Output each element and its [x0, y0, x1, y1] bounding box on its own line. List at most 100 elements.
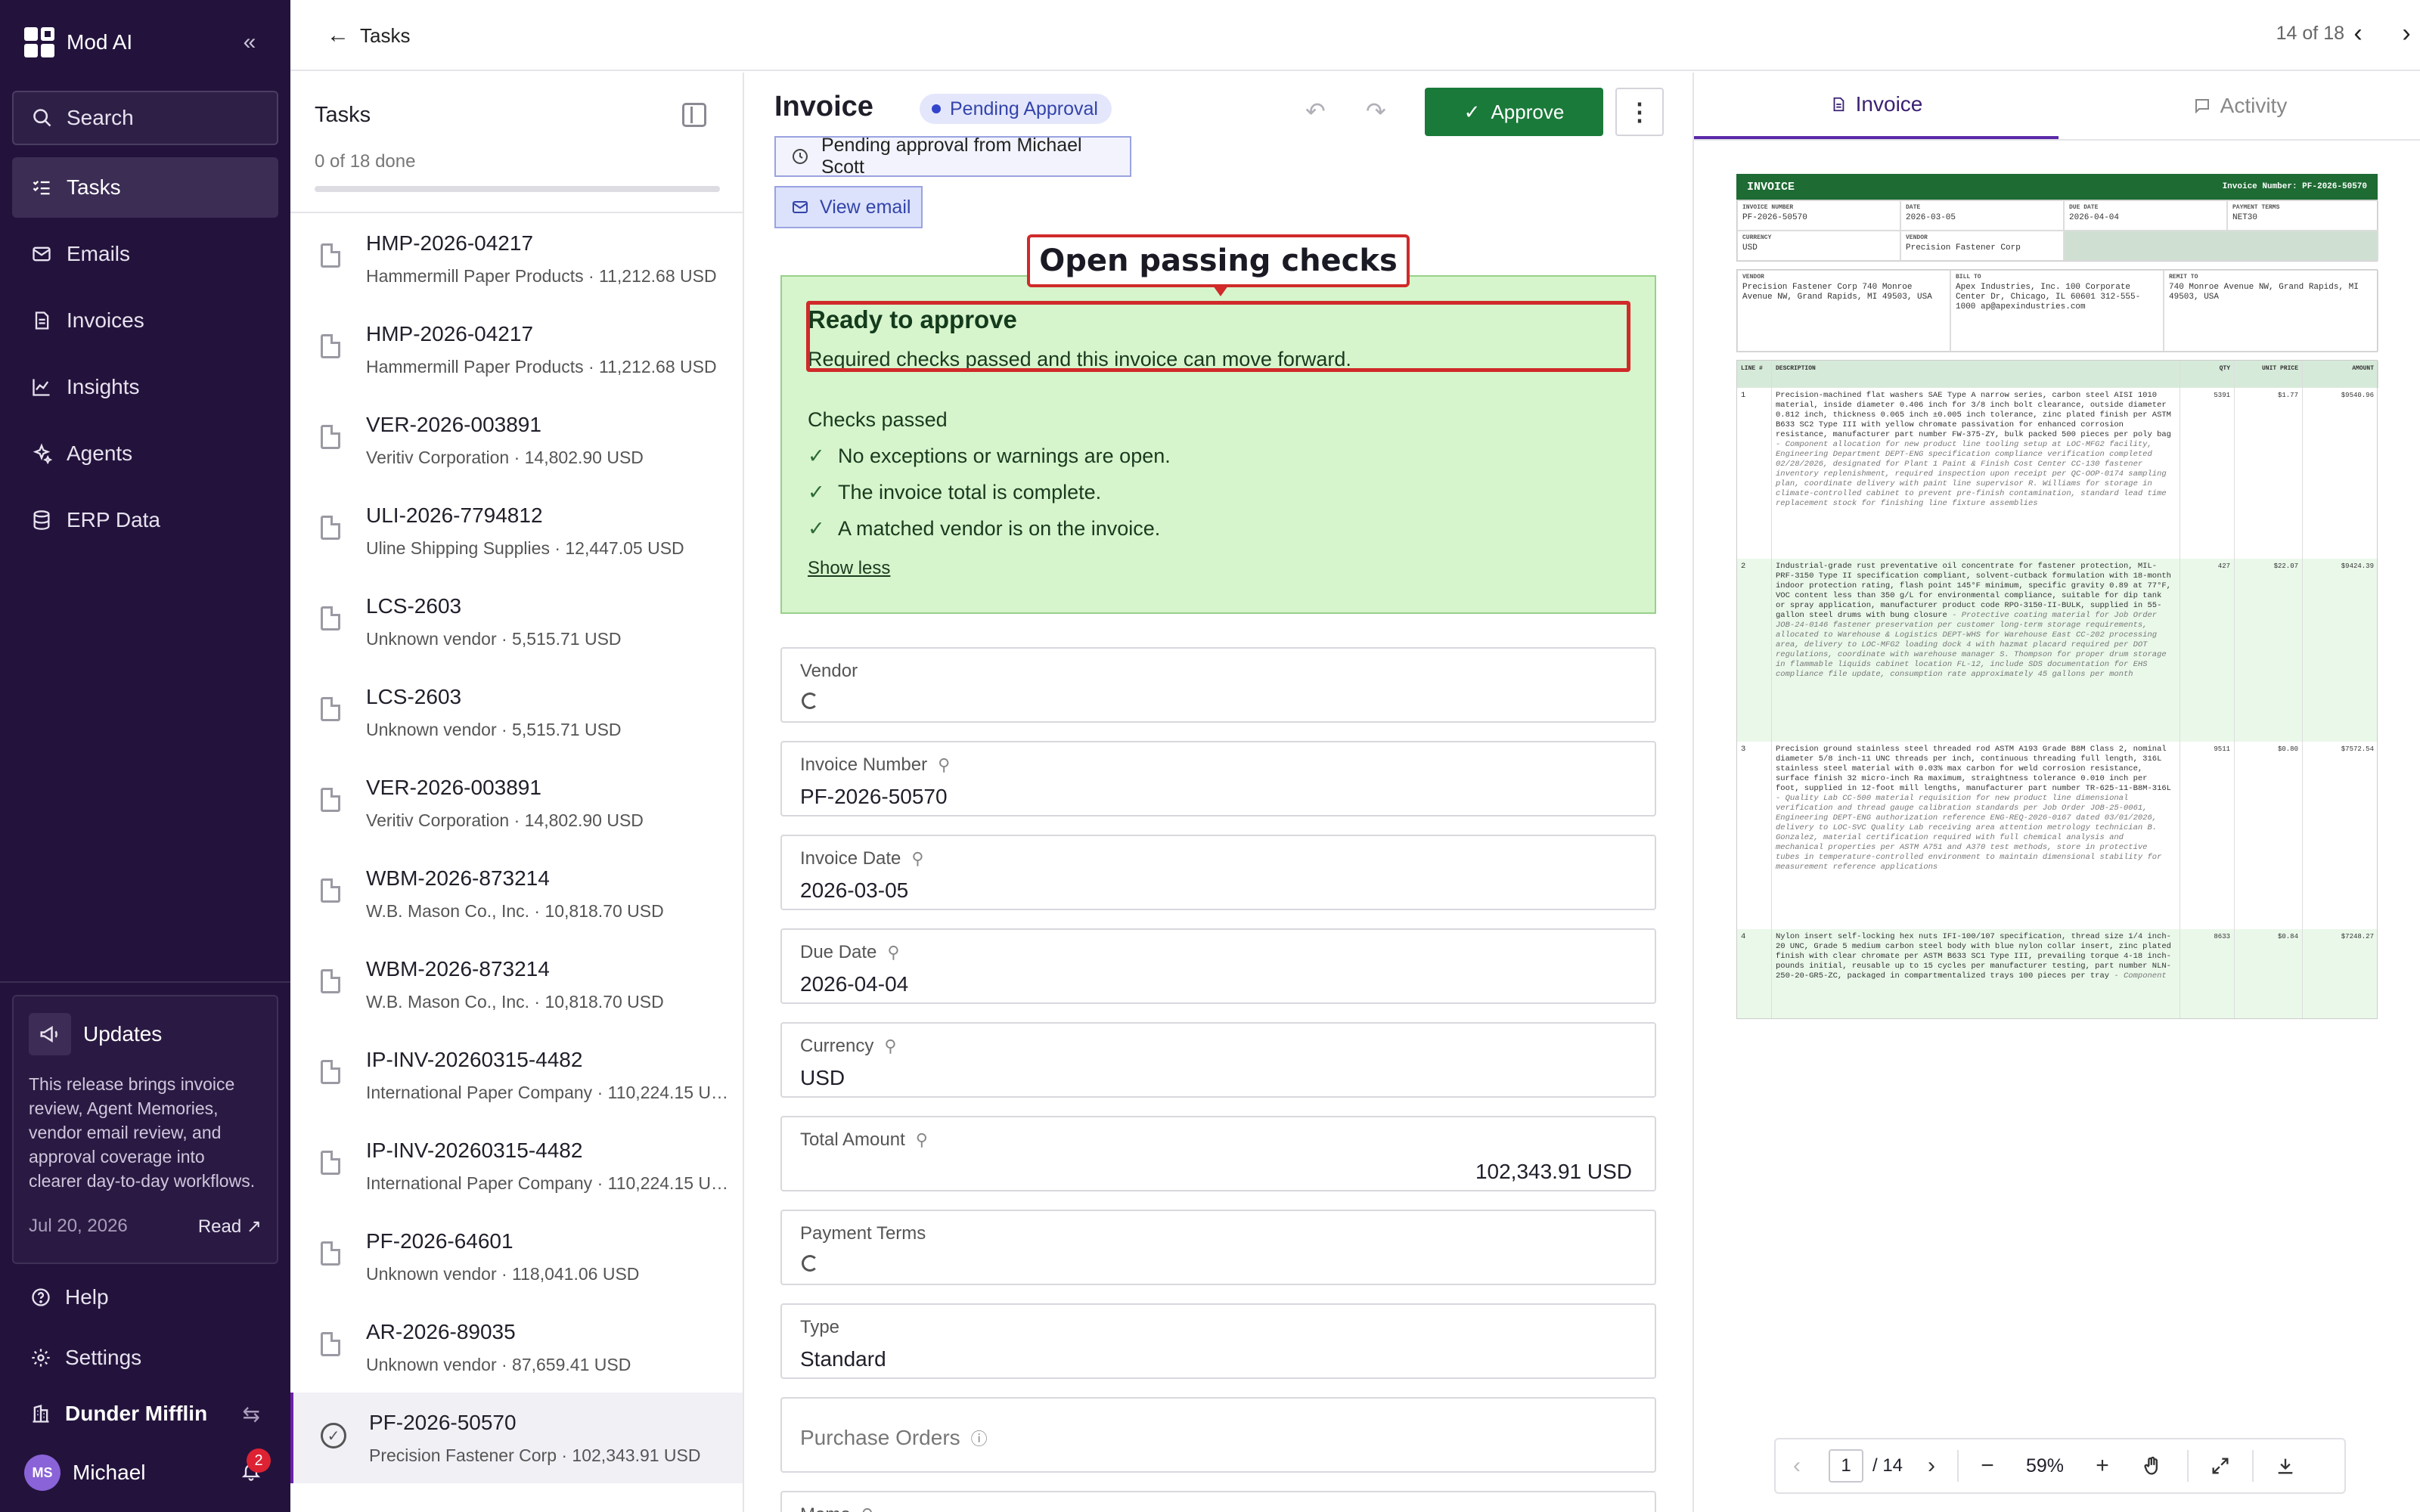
zoom-in-button[interactable]: +: [2074, 1438, 2131, 1494]
read-updates-link[interactable]: Read ↗: [198, 1216, 262, 1238]
pan-tool-button[interactable]: [2131, 1438, 2173, 1494]
field-total-amount[interactable]: Total Amount ⚲ 102,343.91 USD: [780, 1116, 1656, 1191]
search-icon[interactable]: ⚲: [916, 1130, 928, 1150]
download-button[interactable]: [2254, 1438, 2317, 1494]
field-invoice-number[interactable]: Invoice Number ⚲ PF-2026-50570: [780, 741, 1656, 816]
task-list-item[interactable]: VER-2026-003891 Veritiv Corporation · 14,…: [290, 395, 743, 485]
tab-invoice[interactable]: Invoice: [1694, 73, 2059, 139]
task-title: IP-INV-20260315-4482: [366, 1139, 583, 1162]
task-title: PF-2026-50570: [369, 1411, 517, 1434]
doc-cell: 4: [1737, 929, 1772, 1018]
field-payment-terms[interactable]: Payment Terms: [780, 1210, 1656, 1285]
field-label: Memo ⚲: [800, 1504, 873, 1512]
tab-activity[interactable]: Activity: [2059, 73, 2420, 139]
search-label: Search: [67, 106, 134, 129]
search-icon[interactable]: ⚲: [887, 943, 899, 962]
field-invoice-date[interactable]: Invoice Date ⚲ 2026-03-05: [780, 835, 1656, 910]
field-due-date[interactable]: Due Date ⚲ 2026-04-04: [780, 928, 1656, 1004]
mail-icon: [30, 243, 53, 265]
next-task-button[interactable]: ›: [2393, 19, 2420, 48]
task-list-item[interactable]: HMP-2026-04217 Hammermill Paper Products …: [290, 304, 743, 395]
task-list-item[interactable]: WBM-2026-873214 W.B. Mason Co., Inc. · 10…: [290, 848, 743, 939]
back-to-tasks-link[interactable]: ← Tasks: [327, 23, 410, 48]
approve-button[interactable]: ✓ Approve: [1425, 88, 1603, 136]
doc-cell: $0.80: [2235, 742, 2303, 929]
task-subtitle: Unknown vendor · 118,041.06 USD: [366, 1264, 640, 1284]
search-icon[interactable]: ⚲: [884, 1036, 896, 1056]
nav-item-insights[interactable]: Insights: [12, 357, 278, 417]
field-vendor[interactable]: Vendor: [780, 647, 1656, 723]
next-page-button[interactable]: ›: [1918, 1438, 1945, 1494]
search-icon[interactable]: ⚲: [861, 1505, 873, 1512]
task-list-item[interactable]: ULI-2026-7794812 Uline Shipping Supplies …: [290, 485, 743, 576]
page-number-input[interactable]: 1: [1829, 1449, 1863, 1483]
doc-number: Invoice Number: PF-2026-50570: [2222, 182, 2367, 191]
mail-icon: [793, 201, 808, 213]
task-list-item[interactable]: LCS-2603 Unknown vendor · 5,515.71 USD: [290, 667, 743, 758]
check-item-text: No exceptions or warnings are open.: [838, 445, 1171, 467]
show-less-link[interactable]: Show less: [808, 558, 890, 579]
swap-org-icon[interactable]: ⇆: [243, 1402, 260, 1427]
comment-icon: [2195, 99, 2209, 114]
search-button[interactable]: Search: [12, 91, 278, 145]
task-list-item[interactable]: AR-2026-89035 Unknown vendor · 87,659.41 …: [290, 1302, 743, 1393]
doc-cell: Precision-machined flat washers SAE Type…: [1772, 388, 2180, 559]
notification-badge: 2: [247, 1448, 271, 1473]
search-icon[interactable]: ⚲: [911, 849, 923, 869]
doc-meta-cell: DUE DATE 2026-04-04: [2064, 200, 2227, 231]
redo-icon[interactable]: ↷: [1366, 97, 1386, 125]
check-circle-icon: ✓: [321, 1423, 346, 1448]
task-list-item[interactable]: VER-2026-003891 Veritiv Corporation · 14,…: [290, 758, 743, 848]
fullscreen-button[interactable]: [2189, 1438, 2252, 1494]
collapse-sidebar-icon[interactable]: «: [236, 29, 263, 56]
info-icon[interactable]: ⓘ: [971, 1426, 988, 1450]
field-type[interactable]: Type Standard: [780, 1303, 1656, 1379]
doc-cell: 427: [2180, 559, 2235, 742]
agents-icon: [30, 442, 53, 465]
task-title: VER-2026-003891: [366, 413, 541, 436]
task-subtitle: Hammermill Paper Products · 11,212.68 US…: [366, 357, 717, 376]
annotation-highlight: [806, 301, 1630, 372]
task-list-item[interactable]: HMP-2026-04217 Hammermill Paper Products …: [290, 213, 743, 304]
field-memo[interactable]: Memo ⚲: [780, 1491, 1656, 1512]
org-switcher[interactable]: Dunder Mifflin ⇆: [12, 1391, 278, 1436]
notifications-button[interactable]: 2: [236, 1448, 271, 1486]
task-list-item[interactable]: WBM-2026-873214 W.B. Mason Co., Inc. · 10…: [290, 939, 743, 1030]
nav-item-emails[interactable]: Emails: [12, 224, 278, 284]
previous-task-button[interactable]: ‹: [2344, 19, 2372, 48]
nav-item-invoices[interactable]: Invoices: [12, 290, 278, 351]
task-list-item[interactable]: IP-INV-20260315-4482 International Paper …: [290, 1120, 743, 1211]
settings-link[interactable]: Settings: [12, 1331, 278, 1385]
task-list-item[interactable]: LCS-2603 Unknown vendor · 5,515.71 USD: [290, 576, 743, 667]
document-icon: [321, 606, 340, 631]
doc-line-item: 1 Precision-machined flat washers SAE Typ…: [1737, 388, 2377, 559]
help-link[interactable]: Help: [12, 1270, 278, 1325]
undo-icon[interactable]: ↶: [1305, 97, 1326, 125]
task-list: HMP-2026-04217 Hammermill Paper Products …: [290, 213, 743, 1483]
doc-cell: 8633: [2180, 929, 2235, 1018]
field-purchase-orders[interactable]: Purchase Orders ⓘ: [780, 1397, 1656, 1473]
task-list-item[interactable]: IP-INV-20260315-4482 International Paper …: [290, 1030, 743, 1120]
user-menu[interactable]: MS Michael 2: [12, 1448, 278, 1495]
nav-item-agents[interactable]: Agents: [12, 423, 278, 484]
task-subtitle: Unknown vendor · 5,515.71 USD: [366, 629, 622, 649]
brand[interactable]: Mod AI: [24, 26, 132, 59]
field-label: Total Amount ⚲: [800, 1129, 928, 1151]
field-currency[interactable]: Currency ⚲ USD: [780, 1022, 1656, 1098]
collapse-panel-icon[interactable]: [682, 103, 706, 127]
doc-cell: 9511: [2180, 742, 2235, 929]
more-options-button[interactable]: ⋮: [1615, 88, 1664, 136]
field-label: Vendor: [800, 661, 858, 682]
task-list-item[interactable]: ✓ PF-2026-50570 Precision Fastener Corp · …: [290, 1393, 743, 1483]
task-subtitle: W.B. Mason Co., Inc. · 10,818.70 USD: [366, 992, 664, 1012]
expand-icon: [2212, 1458, 2229, 1474]
nav-item-tasks[interactable]: Tasks: [12, 157, 278, 218]
nav-item-erp-data[interactable]: ERP Data: [12, 490, 278, 550]
previous-page-button[interactable]: ‹: [1776, 1438, 1818, 1494]
tasks-done-count: 0 of 18 done: [315, 151, 416, 172]
search-icon[interactable]: ⚲: [938, 755, 950, 775]
task-list-item[interactable]: PF-2026-64601 Unknown vendor · 118,041.06…: [290, 1211, 743, 1302]
view-email-button[interactable]: View email: [774, 186, 923, 228]
zoom-out-button[interactable]: −: [1959, 1438, 2016, 1494]
more-vertical-icon: ⋮: [1627, 98, 1652, 125]
